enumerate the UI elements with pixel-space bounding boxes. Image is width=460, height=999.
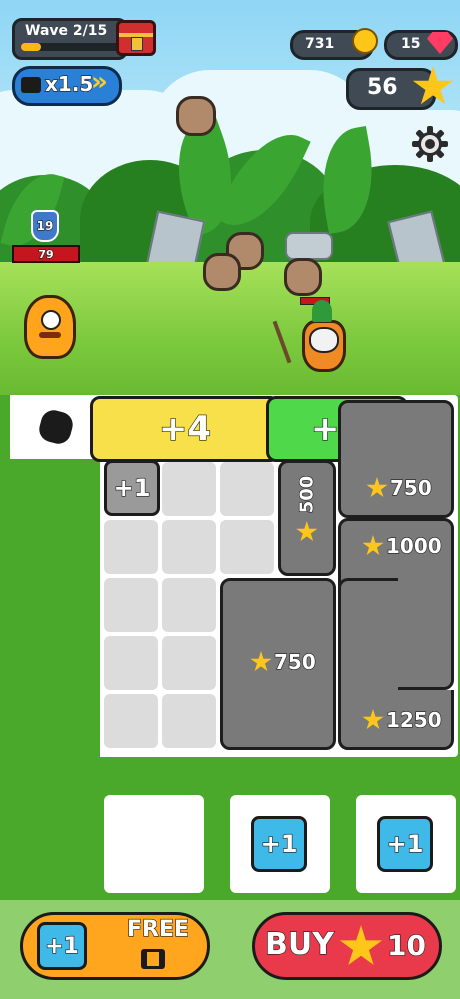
buy-button[interactable]: BUY 10 [252, 912, 442, 980]
rock-icon [284, 258, 322, 296]
ruin-rock [285, 232, 333, 260]
star-icon [366, 477, 388, 498]
shield-icon: 19 [31, 210, 59, 242]
grid-cell[interactable] [162, 462, 216, 516]
star-amount: 56 [367, 75, 398, 100]
grid-cell[interactable] [220, 520, 274, 574]
bonus-yellow-bar[interactable]: +4 [90, 396, 280, 462]
rock-icon [203, 253, 241, 291]
enemy-leaves [312, 300, 332, 322]
tray-slot[interactable]: +1 [356, 795, 456, 893]
star-icon [339, 925, 383, 966]
wave-progress-bar [21, 43, 121, 51]
free-button[interactable]: +1 FREE [20, 912, 210, 980]
rock-icon [36, 407, 76, 447]
plus-one-piece[interactable]: +1 [377, 816, 433, 872]
speed-arrows: » [91, 67, 108, 97]
star-icon [412, 66, 454, 108]
plus-one-label: +1 [260, 829, 298, 858]
block-cost-value: 750 [389, 475, 432, 500]
grid-cell[interactable] [162, 636, 216, 690]
rock-icon [176, 96, 216, 136]
free-plus-label: +1 [45, 933, 80, 959]
video-icon [141, 949, 165, 969]
grid-cell[interactable] [104, 578, 158, 632]
coin-icon [352, 28, 378, 54]
plus-one-tile[interactable]: +1 [104, 460, 160, 516]
bonus-yellow-label: +4 [158, 408, 212, 449]
treasure-chest-icon[interactable] [116, 20, 156, 56]
speed-button[interactable]: x1.5 » [12, 66, 122, 106]
player-hp-bar: 79 [12, 245, 80, 263]
block-cost-label: 1250 [362, 707, 442, 733]
player-level: 19 [36, 218, 54, 233]
tray-slot[interactable]: +1 [230, 795, 330, 893]
gem-amount: 15 [401, 36, 421, 52]
plus-one-piece[interactable]: +1 [251, 816, 307, 872]
speed-label: x1.5 [44, 71, 94, 96]
block-cost-label: 500 [288, 475, 326, 543]
grid-cell[interactable] [162, 578, 216, 632]
star-icon [362, 709, 384, 730]
board-side-gap [10, 459, 100, 757]
grid-cell[interactable] [104, 694, 158, 748]
grid-cell[interactable] [162, 520, 216, 574]
ammo-slot [10, 395, 90, 459]
enemy-skull-warrior [302, 320, 346, 372]
buy-price: 10 [386, 928, 426, 962]
tray-slot-empty[interactable] [104, 795, 204, 893]
gear-icon[interactable] [410, 124, 450, 164]
locked-block[interactable] [338, 400, 454, 518]
star-icon [250, 651, 272, 672]
video-icon [21, 77, 41, 93]
wave-label: Wave 2/15 [25, 23, 108, 39]
block-cost-value: 500 [296, 475, 318, 514]
block-cost-value: 1000 [385, 533, 442, 558]
block-cost-label: 750 [250, 649, 316, 675]
grid-cell[interactable] [104, 636, 158, 690]
grid-cell[interactable] [104, 520, 158, 574]
star-icon [296, 521, 318, 542]
plus-one-label: +1 [386, 829, 424, 858]
free-plus-icon: +1 [37, 922, 87, 970]
block-cost-label: 750 [366, 475, 432, 501]
player-monster [24, 295, 76, 359]
grid-cell[interactable] [220, 462, 274, 516]
block-cost-label: 1000 [362, 533, 442, 559]
player-hp: 79 [38, 247, 55, 261]
block-cost-value: 750 [273, 649, 316, 674]
block-cost-value: 1250 [385, 707, 442, 732]
buy-label: BUY [264, 926, 334, 962]
plus-one-label: +1 [113, 473, 151, 502]
wave-panel: Wave 2/15 [12, 18, 128, 60]
grid-cell[interactable] [162, 694, 216, 748]
free-label: FREE [126, 916, 190, 942]
coin-amount: 731 [305, 36, 335, 52]
star-icon [362, 535, 384, 556]
